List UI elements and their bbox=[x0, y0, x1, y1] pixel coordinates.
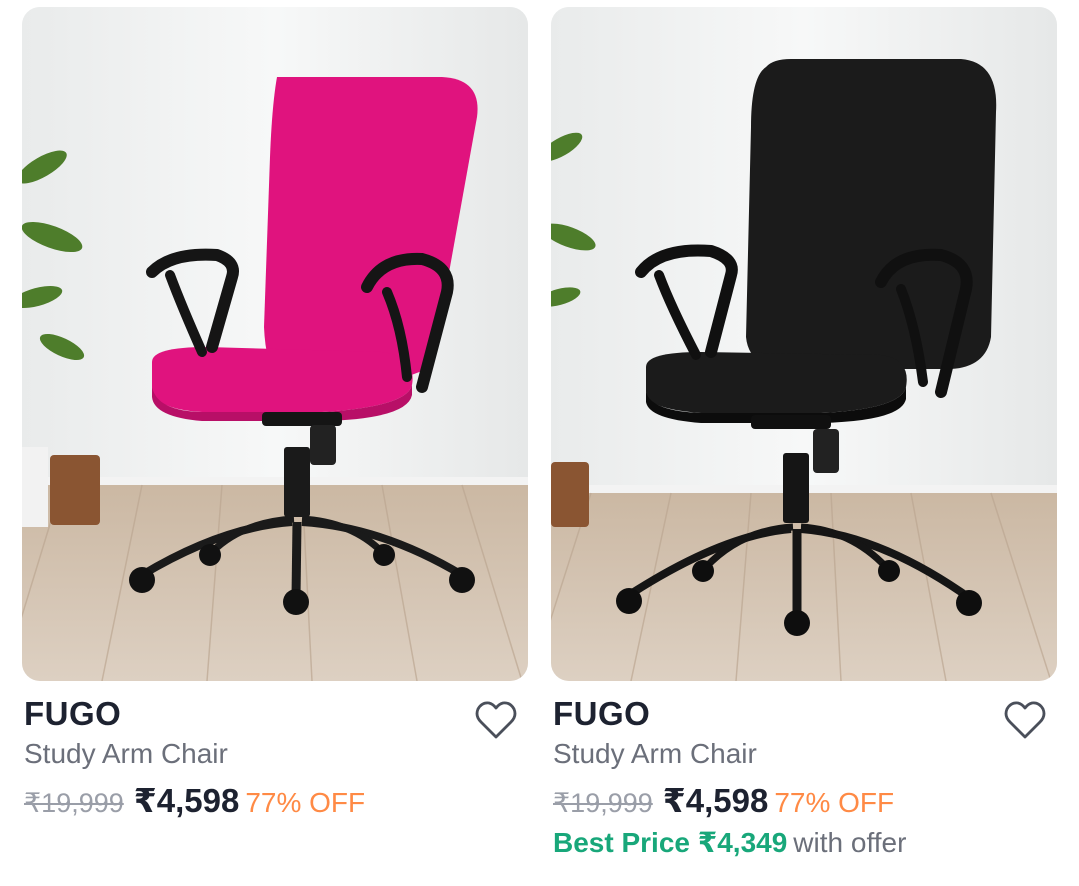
mrp-price: ₹19,999 bbox=[553, 788, 653, 818]
selling-price: ₹4,598 bbox=[662, 782, 769, 819]
mrp-price: ₹19,999 bbox=[24, 788, 124, 818]
wishlist-button[interactable] bbox=[472, 696, 520, 744]
price-row: ₹19,999 ₹4,598 77% OFF bbox=[553, 781, 894, 820]
price-row: ₹19,999 ₹4,598 77% OFF bbox=[24, 781, 365, 820]
heart-outline-icon bbox=[475, 701, 517, 739]
product-brand: FUGO bbox=[24, 695, 122, 732]
best-price-suffix: with offer bbox=[793, 827, 907, 858]
product-brand: FUGO bbox=[553, 695, 651, 732]
product-title: Study Arm Chair bbox=[24, 738, 228, 769]
discount-label: 77% OFF bbox=[774, 787, 895, 818]
product-image[interactable] bbox=[551, 7, 1057, 681]
wishlist-button[interactable] bbox=[1001, 696, 1049, 744]
heart-outline-icon bbox=[1004, 701, 1046, 739]
discount-label: 77% OFF bbox=[245, 787, 366, 818]
product-image-pink-chair bbox=[22, 7, 528, 681]
best-price: Best Price ₹4,349 bbox=[553, 827, 788, 858]
product-card[interactable]: FUGO Study Arm Chair ₹19,999 ₹4,598 77% OF… bbox=[551, 0, 1059, 886]
selling-price: ₹4,598 bbox=[133, 782, 240, 819]
best-price-row: Best Price ₹4,349 with offer bbox=[553, 826, 906, 859]
product-title: Study Arm Chair bbox=[553, 738, 757, 769]
product-card[interactable]: FUGO Study Arm Chair ₹19,999 ₹4,598 77% OF… bbox=[22, 0, 530, 886]
product-image-black-chair bbox=[551, 7, 1057, 681]
product-image[interactable] bbox=[22, 7, 528, 681]
